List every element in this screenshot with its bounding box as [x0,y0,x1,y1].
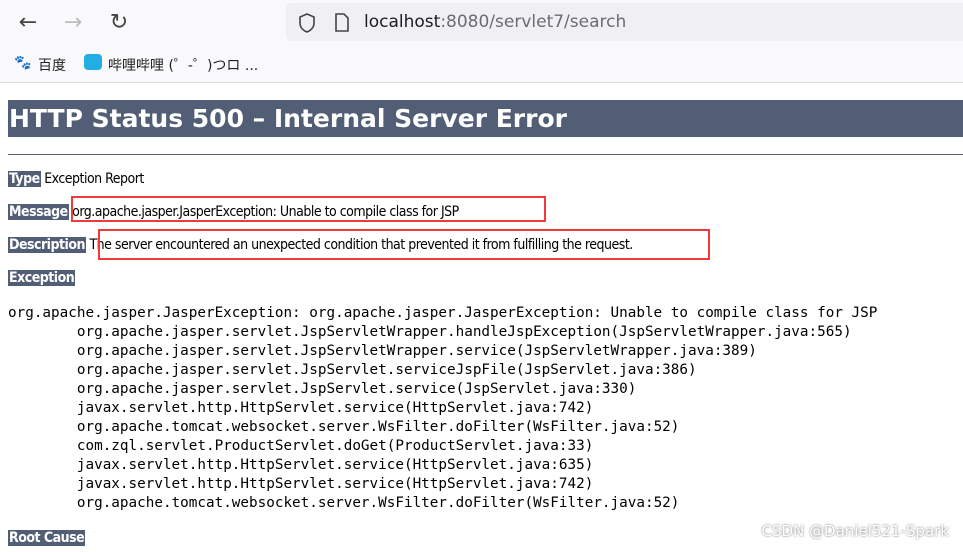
bookmark-bilibili[interactable]: 哔哩哔哩 (゜-゜)つロ ... [108,55,258,75]
description-highlight-box [98,229,710,260]
bilibili-icon [84,54,102,70]
forward-icon[interactable]: → [60,10,86,35]
exception-label: Exception [8,270,76,286]
message-label: Message [8,204,69,220]
baidu-icon: 🐾 [14,55,32,71]
root-cause-row: Root Cause [8,530,86,546]
browser-toolbar: ← → ↻ localhost:8080/servlet7/search [0,0,963,46]
exception-row: Exception [8,270,76,286]
shield-icon[interactable] [298,13,316,33]
reload-icon[interactable]: ↻ [106,10,132,35]
type-row: Type Exception Report [8,171,144,187]
message-highlight-box [71,196,546,222]
type-label: Type [8,171,41,187]
divider [8,154,963,155]
stack-trace: org.apache.jasper.JasperException: org.a… [8,305,878,511]
page-icon [335,13,349,32]
bookmarks-bar: 🐾 百度 哔哩哔哩 (゜-゜)つロ ... [0,46,963,83]
url-text[interactable]: localhost:8080/servlet7/search [364,12,626,32]
watermark: CSDN @Daniel521-Spark [761,522,949,540]
bookmark-baidu[interactable]: 百度 [38,55,66,75]
url-bar[interactable]: localhost:8080/servlet7/search [286,3,963,41]
type-value: Exception Report [44,171,144,187]
root-cause-label: Root Cause [8,530,86,546]
back-icon[interactable]: ← [15,10,41,35]
description-label: Description [8,237,86,253]
page-title: HTTP Status 500 – Internal Server Error [8,100,963,137]
